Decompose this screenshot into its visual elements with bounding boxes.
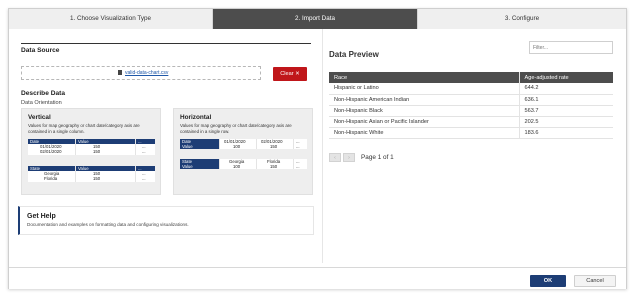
chevron-right-icon: › (348, 155, 350, 161)
race-cell: Non-Hispanic Black (329, 105, 520, 118)
column-header-race[interactable]: Race (329, 72, 520, 83)
table-cell: Florida (28, 176, 76, 182)
file-drop-zone[interactable]: valid-data-chart.csv (21, 66, 261, 80)
previous-page-button[interactable]: ‹ (329, 153, 341, 162)
table-row: Non-Hispanic Black 563.7 (329, 105, 613, 118)
visualization-wizard: 1. Choose Visualization Type 2. Import D… (8, 8, 627, 289)
panel-divider (322, 29, 323, 263)
race-cell: Non-Hispanic American Indian (329, 94, 520, 106)
table-cell: 02/01/2020 (28, 149, 76, 155)
get-help-text: Documentation and examples on formatting… (27, 222, 189, 227)
table-header: Race Age-adjusted rate (329, 72, 613, 83)
step-import-data[interactable]: 2. Import Data (213, 9, 418, 29)
column-header-rate[interactable]: Age-adjusted rate (519, 72, 613, 83)
rate-cell: 202.5 (519, 116, 613, 129)
table-cell: 100 (220, 144, 257, 150)
step-choose-visualization-type[interactable]: 1. Choose Visualization Type (9, 9, 213, 29)
horizontal-orientation-card[interactable]: Horizontal Values for map geography or c… (173, 108, 313, 195)
rate-cell: 563.7 (519, 105, 613, 118)
clear-button[interactable]: Clear ✕ (273, 67, 307, 81)
data-preview-table: Race Age-adjusted rate Hispanic or Latin… (329, 72, 613, 140)
table-row: Value 100 150 ... (180, 144, 307, 150)
table-cell: 150 (257, 164, 294, 170)
vertical-orientation-card[interactable]: Vertical Values for map geography or cha… (21, 108, 161, 195)
table-row: Value 100 150 ... (180, 164, 307, 170)
section-divider (21, 43, 311, 44)
table-cell: 100 (220, 164, 257, 170)
describe-data-title: Describe Data (21, 90, 65, 97)
race-cell: Hispanic or Latino (329, 83, 520, 95)
file-icon (118, 70, 122, 75)
horizontal-date-table: Date 01/01/2020 02/01/2020 ... Value 100… (180, 139, 307, 150)
get-help-title: Get Help (27, 213, 56, 220)
rate-cell: 636.1 (519, 94, 613, 106)
horizontal-state-table: State Georgia Florida ... Value 100 150 … (180, 159, 307, 170)
page-info: Page 1 of 1 (361, 154, 394, 161)
row-label: Value (180, 144, 220, 150)
wizard-steps: 1. Choose Visualization Type 2. Import D… (9, 9, 626, 29)
rate-cell: 183.6 (519, 127, 613, 140)
data-preview-title: Data Preview (329, 50, 379, 59)
chevron-left-icon: ‹ (334, 155, 336, 161)
file-link[interactable]: valid-data-chart.csv (118, 70, 168, 76)
table-cell: 150 (257, 144, 294, 150)
table-cell: 150 (76, 176, 136, 182)
horizontal-title: Horizontal (180, 114, 212, 121)
table-cell: ... (142, 176, 146, 182)
table-row: Non-Hispanic American Indian 636.1 (329, 94, 613, 106)
table-row: Non-Hispanic White 183.6 (329, 127, 613, 140)
race-cell: Non-Hispanic Asian or Pacific Islander (329, 116, 520, 129)
table-row: Non-Hispanic Asian or Pacific Islander 2… (329, 116, 613, 129)
data-orientation-label: Data Orientation (21, 100, 62, 106)
vertical-title: Vertical (28, 114, 51, 121)
vertical-state-table: State Value ... Georgia 150 ... Florida … (28, 166, 155, 182)
ok-button[interactable]: OK (530, 275, 566, 287)
cancel-button[interactable]: Cancel (574, 275, 616, 287)
table-cell: ... (294, 144, 307, 150)
vertical-description: Values for map geography or chart date/c… (28, 123, 140, 134)
filter-input[interactable] (529, 41, 613, 54)
dialog-footer: OK Cancel (9, 267, 626, 289)
table-row: Hispanic or Latino 644.2 (329, 83, 613, 95)
table-row: Florida 150 ... (28, 176, 155, 182)
step-configure[interactable]: 3. Configure (418, 9, 626, 29)
rate-cell: 644.2 (519, 83, 613, 95)
data-source-title: Data Source (21, 47, 60, 54)
get-help-panel[interactable]: Get Help Documentation and examples on f… (18, 206, 314, 235)
file-name: valid-data-chart.csv (125, 70, 169, 76)
horizontal-description: Values for map geography or chart date/c… (180, 123, 292, 134)
table-cell: ... (142, 149, 146, 155)
next-page-button[interactable]: › (343, 153, 355, 162)
row-label: Value (180, 164, 220, 170)
table-cell: ... (294, 164, 307, 170)
vertical-date-table: Date Value ... 01/01/2020 150 ... 02/01/… (28, 139, 155, 155)
import-panel: Data Source valid-data-chart.csv Clear ✕… (21, 43, 313, 195)
race-cell: Non-Hispanic White (329, 127, 520, 140)
pagination: ‹ › Page 1 of 1 (329, 153, 394, 162)
table-row: 02/01/2020 150 ... (28, 149, 155, 155)
table-cell: 150 (76, 149, 136, 155)
